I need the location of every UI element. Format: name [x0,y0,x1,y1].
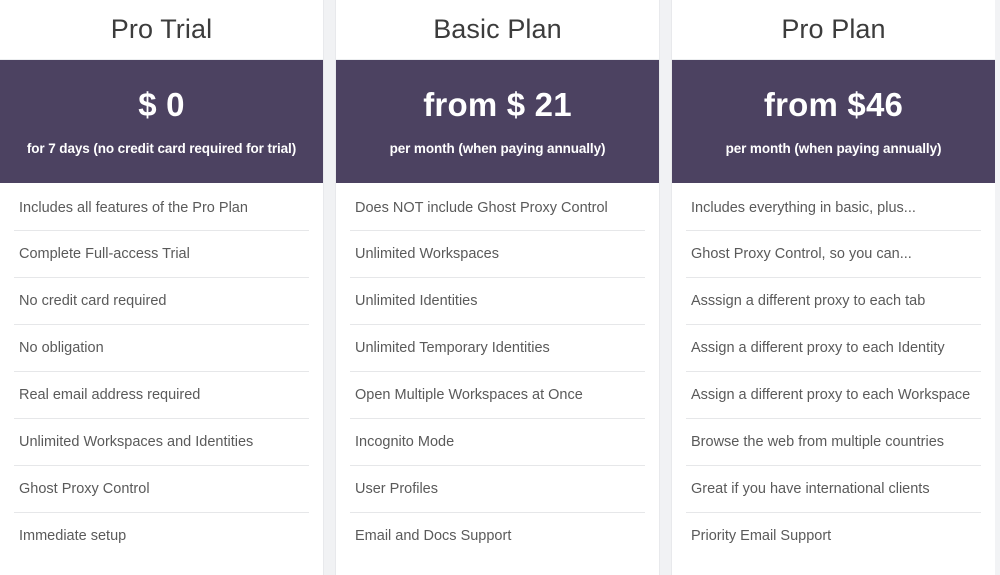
price-band-pro-plan: from $46 per month (when paying annually… [672,60,995,183]
feature-label: Great if you have international clients [691,480,930,497]
feature-label: Priority Email Support [691,527,832,544]
list-item: Includes everything in basic, plus... [672,183,995,230]
feature-label: User Profiles [355,480,438,497]
plan-header-pro-trial: Pro Trial [0,0,323,60]
price-band-basic-plan: from $ 21 per month (when paying annuall… [336,60,659,183]
feature-label: Real email address required [19,386,201,403]
feature-label: Does NOT include Ghost Proxy Control [355,199,608,216]
feature-list-basic-plan: Does NOT include Ghost Proxy Control Unl… [336,183,659,575]
feature-label: Ghost Proxy Control [19,480,150,497]
feature-label: Assign a different proxy to each Workspa… [691,386,971,403]
plan-title: Basic Plan [433,14,562,44]
list-item: Incognito Mode [336,418,659,465]
feature-list-pro-plan: Includes everything in basic, plus... Gh… [672,183,995,575]
plan-title: Pro Plan [781,14,886,44]
feature-label: Unlimited Identities [355,292,478,309]
price-note: per month (when paying annually) [725,140,942,156]
plan-header-pro-plan: Pro Plan [672,0,995,60]
list-item: User Profiles [336,465,659,512]
plan-column-pro-trial[interactable]: Pro Trial $ 0 for 7 days (no credit card… [0,0,323,575]
feature-label: Immediate setup [19,527,127,544]
list-item: Great if you have international clients [672,465,995,512]
feature-label: Includes all features of the Pro Plan [19,199,248,216]
feature-label: Assign a different proxy to each Identit… [691,339,945,356]
column-gutter [323,0,336,575]
plan-column-basic-plan[interactable]: Basic Plan from $ 21 per month (when pay… [336,0,659,575]
list-item: Open Multiple Workspaces at Once [336,371,659,418]
list-item: No credit card required [0,277,323,324]
price-note: for 7 days (no credit card required for … [26,140,297,156]
plan-column-pro-plan[interactable]: Pro Plan from $46 per month (when paying… [672,0,995,575]
feature-label: Complete Full-access Trial [19,245,190,262]
list-item: Does NOT include Ghost Proxy Control [336,183,659,230]
list-item: Unlimited Temporary Identities [336,324,659,371]
feature-label: Unlimited Workspaces and Identities [19,433,254,450]
list-item: Priority Email Support [672,512,995,559]
list-item: Unlimited Identities [336,277,659,324]
feature-label: Incognito Mode [355,433,455,450]
pricing-table: Pro Trial $ 0 for 7 days (no credit card… [0,0,1000,575]
feature-label: Ghost Proxy Control, so you can... [691,245,912,262]
feature-label: Email and Docs Support [355,527,512,544]
list-item: Unlimited Workspaces and Identities [0,418,323,465]
list-item: Assign a different proxy to each Identit… [672,324,995,371]
feature-label: Unlimited Workspaces [355,245,499,262]
list-item: Unlimited Workspaces [336,230,659,277]
list-item: Browse the web from multiple countries [672,418,995,465]
feature-label: No credit card required [19,292,167,309]
list-item: Assign a different proxy to each Workspa… [672,371,995,418]
price-band-pro-trial: $ 0 for 7 days (no credit card required … [0,60,323,183]
list-item: Real email address required [0,371,323,418]
feature-list-pro-trial: Includes all features of the Pro Plan Co… [0,183,323,575]
feature-label: Includes everything in basic, plus... [691,199,916,216]
price-note: per month (when paying annually) [389,140,606,156]
feature-label: Asssign a different proxy to each tab [691,292,926,309]
price-amount: $ 0 [138,85,185,123]
list-item: No obligation [0,324,323,371]
price-amount: from $ 21 [423,85,572,123]
column-gutter [659,0,672,575]
list-item: Immediate setup [0,512,323,559]
plan-header-basic-plan: Basic Plan [336,0,659,60]
feature-label: Browse the web from multiple countries [691,433,945,450]
list-item: Ghost Proxy Control, so you can... [672,230,995,277]
list-item: Complete Full-access Trial [0,230,323,277]
price-amount: from $46 [763,85,904,123]
feature-label: Unlimited Temporary Identities [355,339,550,356]
list-item: Ghost Proxy Control [0,465,323,512]
feature-label: No obligation [19,339,104,356]
list-item: Asssign a different proxy to each tab [672,277,995,324]
list-item: Email and Docs Support [336,512,659,559]
list-item: Includes all features of the Pro Plan [0,183,323,230]
feature-label: Open Multiple Workspaces at Once [355,386,583,403]
plan-title: Pro Trial [110,14,213,44]
